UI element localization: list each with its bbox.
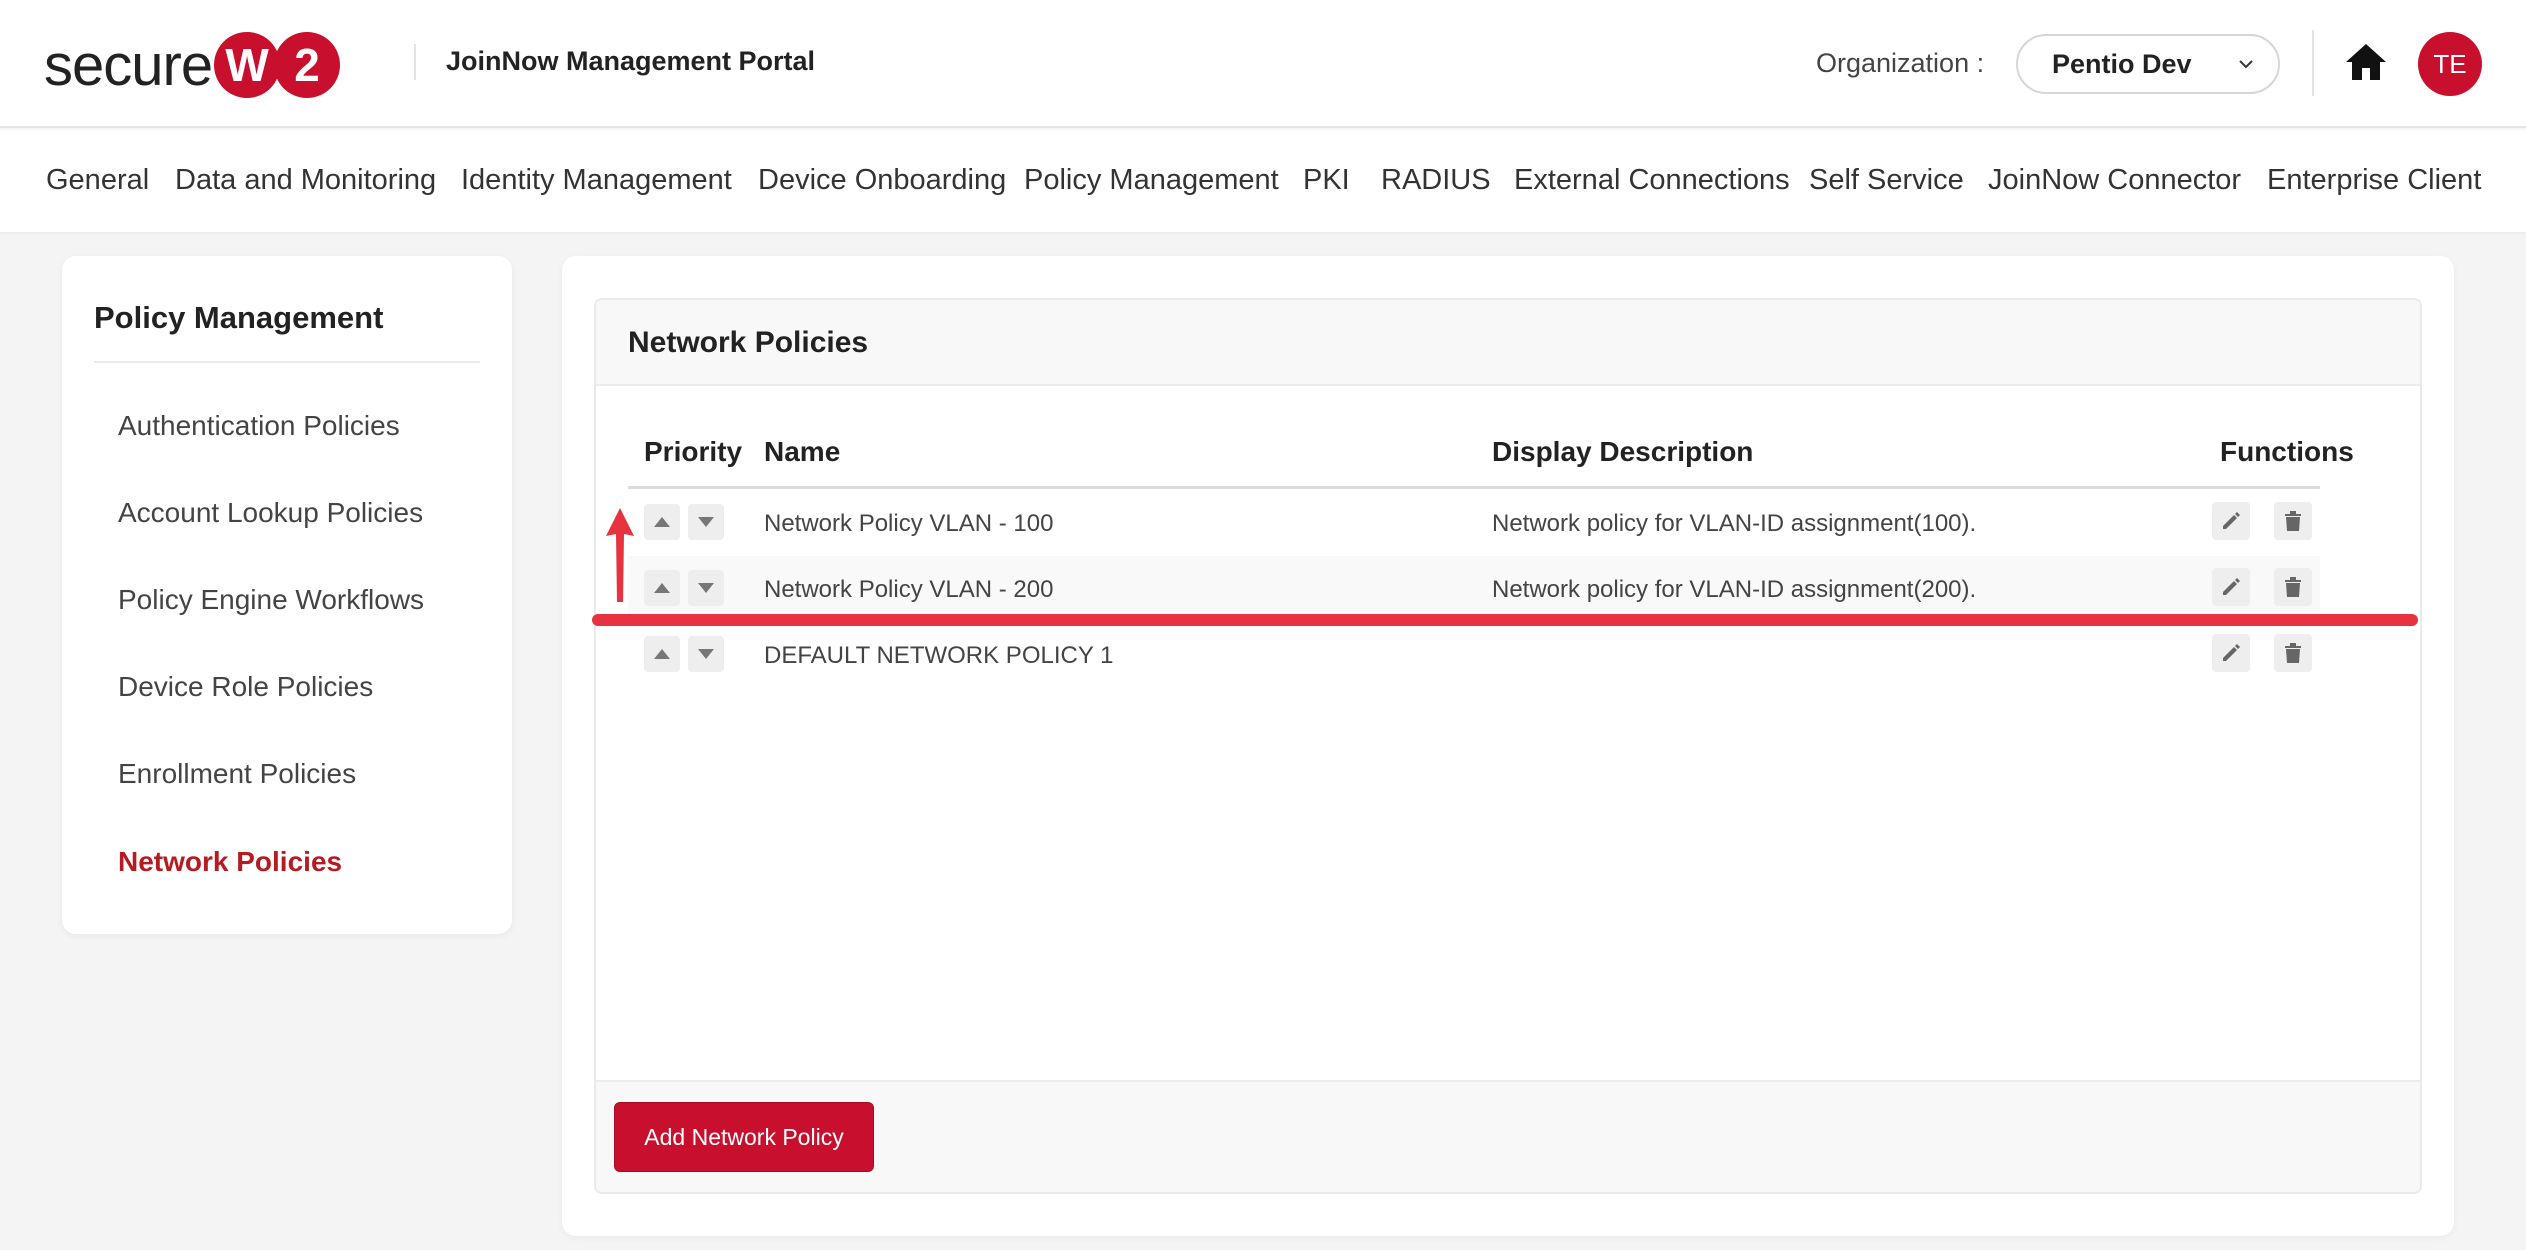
- row-description: Network policy for VLAN-ID assignment(10…: [1492, 510, 1977, 537]
- nav-policy-management[interactable]: Policy Management: [1024, 164, 1279, 197]
- delete-button[interactable]: [2274, 568, 2312, 606]
- move-down-button[interactable]: [688, 504, 724, 540]
- move-up-button[interactable]: [644, 504, 680, 540]
- header-divider-right: [2312, 30, 2314, 96]
- panel-footer: Add Network Policy: [596, 1080, 2420, 1192]
- securew2-logo[interactable]: secure W 2: [44, 30, 341, 100]
- top-header: secure W 2 JoinNow Management Portal Org…: [0, 0, 2526, 128]
- sidebar-item-authentication-policies[interactable]: Authentication Policies: [118, 410, 400, 442]
- annotation-arrow-up-icon: [606, 508, 634, 602]
- panel-header: Network Policies: [596, 300, 2420, 386]
- portal-title: JoinNow Management Portal: [446, 46, 816, 76]
- logo-badge-number: 2: [274, 32, 341, 98]
- trash-icon: [2285, 643, 2301, 663]
- logo-badge-letter: W: [214, 32, 281, 98]
- logo-badge: W 2: [214, 32, 341, 98]
- main-nav: General Data and Monitoring Identity Man…: [0, 130, 2526, 234]
- caret-down-icon: [698, 517, 714, 527]
- organization-select[interactable]: Pentio Dev: [2016, 34, 2280, 94]
- nav-joinnow-connector[interactable]: JoinNow Connector: [1988, 164, 2241, 197]
- user-avatar[interactable]: TE: [2418, 32, 2482, 96]
- table-row: Network Policy VLAN - 100 Network policy…: [628, 490, 2320, 556]
- trash-icon: [2285, 577, 2301, 597]
- caret-down-icon: [698, 649, 714, 659]
- nav-identity-management[interactable]: Identity Management: [461, 164, 732, 197]
- home-icon[interactable]: [2344, 42, 2388, 82]
- edit-button[interactable]: [2212, 568, 2250, 606]
- delete-button[interactable]: [2274, 634, 2312, 672]
- add-network-policy-button[interactable]: Add Network Policy: [614, 1102, 874, 1172]
- table-row: Network Policy VLAN - 200 Network policy…: [628, 556, 2320, 622]
- logo-text: secure: [44, 32, 213, 98]
- sidebar-item-enrollment-policies[interactable]: Enrollment Policies: [118, 758, 356, 790]
- nav-device-onboarding[interactable]: Device Onboarding: [758, 164, 1006, 197]
- row-name: Network Policy VLAN - 100: [764, 510, 1054, 537]
- organization-label: Organization :: [1816, 48, 1985, 78]
- caret-up-icon: [654, 649, 670, 659]
- delete-button[interactable]: [2274, 502, 2312, 540]
- sidebar-item-network-policies[interactable]: Network Policies: [118, 846, 342, 878]
- sidebar-item-policy-engine-workflows[interactable]: Policy Engine Workflows: [118, 584, 424, 616]
- header-divider: [414, 44, 416, 80]
- move-up-button[interactable]: [644, 570, 680, 606]
- pencil-icon: [2223, 644, 2240, 661]
- sidebar-divider: [94, 361, 480, 363]
- move-down-button[interactable]: [688, 570, 724, 606]
- move-up-button[interactable]: [644, 636, 680, 672]
- nav-pki[interactable]: PKI: [1303, 164, 1350, 197]
- chevron-down-icon: [2239, 60, 2253, 69]
- trash-icon: [2285, 511, 2301, 531]
- column-header-priority: Priority: [644, 436, 743, 467]
- organization-select-value: Pentio Dev: [2052, 48, 2192, 79]
- annotation-underline: [592, 614, 2418, 626]
- nav-enterprise-client[interactable]: Enterprise Client: [2267, 164, 2481, 197]
- pencil-icon: [2223, 512, 2240, 529]
- sidebar-item-device-role-policies[interactable]: Device Role Policies: [118, 671, 373, 703]
- nav-data-and-monitoring[interactable]: Data and Monitoring: [175, 164, 436, 197]
- nav-self-service[interactable]: Self Service: [1809, 164, 1964, 197]
- nav-general[interactable]: General: [46, 164, 149, 197]
- move-down-button[interactable]: [688, 636, 724, 672]
- pencil-icon: [2223, 578, 2240, 595]
- edit-button[interactable]: [2212, 502, 2250, 540]
- row-name: Network Policy VLAN - 200: [764, 576, 1054, 603]
- column-header-functions: Functions: [2220, 436, 2354, 467]
- caret-up-icon: [654, 517, 670, 527]
- column-header-display-description: Display Description: [1492, 436, 1754, 467]
- edit-button[interactable]: [2212, 634, 2250, 672]
- caret-down-icon: [698, 583, 714, 593]
- row-description: Network policy for VLAN-ID assignment(20…: [1492, 576, 1977, 603]
- sidebar-item-account-lookup-policies[interactable]: Account Lookup Policies: [118, 497, 423, 529]
- table-header-divider: [628, 486, 2320, 489]
- table-row: DEFAULT NETWORK POLICY 1: [628, 622, 2320, 688]
- sidebar-title: Policy Management: [94, 300, 384, 335]
- caret-up-icon: [654, 583, 670, 593]
- sidebar: Policy Management Authentication Policie…: [62, 256, 512, 934]
- nav-external-connections[interactable]: External Connections: [1514, 164, 1790, 197]
- content-card: Network Policies Priority Name Display D…: [562, 256, 2454, 1236]
- panel-title: Network Policies: [628, 326, 869, 359]
- network-policies-panel: Network Policies Priority Name Display D…: [594, 298, 2422, 1194]
- nav-radius[interactable]: RADIUS: [1381, 164, 1491, 197]
- row-name: DEFAULT NETWORK POLICY 1: [764, 642, 1114, 669]
- column-header-name: Name: [764, 436, 841, 467]
